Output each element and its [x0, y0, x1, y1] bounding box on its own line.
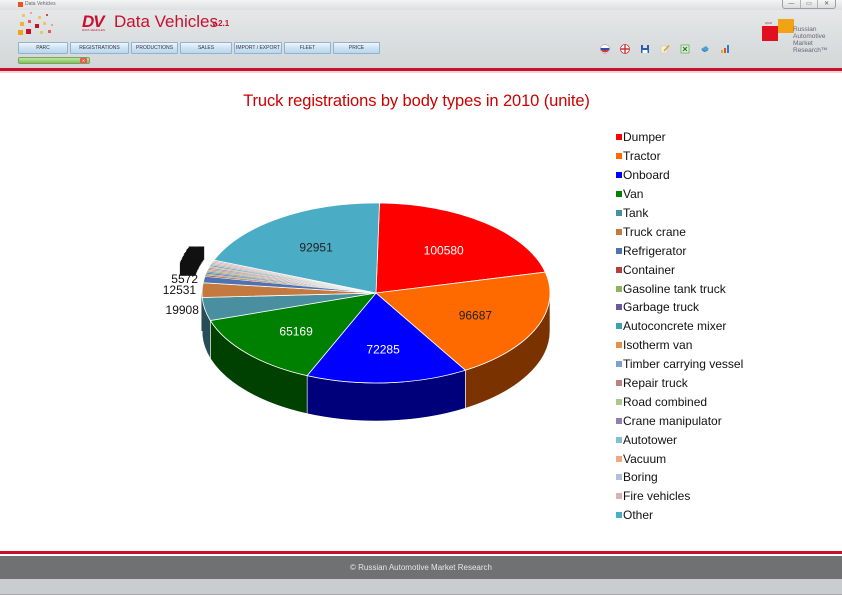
legend-swatch — [616, 398, 622, 405]
status-bar — [0, 579, 842, 595]
legend-item: Other — [616, 506, 743, 525]
legend-label: Refrigerator — [623, 243, 687, 258]
legend-swatch — [616, 493, 622, 500]
footer-copyright: © Russian Automotive Market Research — [350, 563, 492, 572]
legend-label: Tank — [623, 206, 649, 220]
legend-swatch — [616, 417, 622, 424]
legend-swatch — [616, 172, 622, 179]
legend-label: Isotherm van — [623, 338, 693, 353]
legend-item: Van — [616, 185, 743, 204]
legend-swatch — [616, 342, 622, 349]
legend-label: Fire vehicles — [623, 489, 691, 504]
legend-label: Autotower — [623, 432, 678, 447]
legend-item: Vacuum — [616, 449, 743, 468]
pie-data-label: 96687 — [459, 309, 493, 323]
footer-divider — [0, 551, 842, 554]
legend-label: Autoconcrete mixer — [623, 319, 727, 334]
legend-label: Dumper — [623, 130, 666, 145]
legend-swatch — [616, 304, 622, 311]
legend-swatch — [616, 247, 622, 254]
legend-item: Isotherm van — [616, 336, 743, 355]
legend-item: Road combined — [616, 392, 743, 411]
legend-swatch — [616, 228, 622, 235]
legend-label: Repair truck — [623, 376, 688, 391]
legend-item: Repair truck — [616, 374, 743, 393]
legend-label: Vacuum — [623, 451, 667, 466]
legend-label: Timber carrying vessel — [623, 357, 744, 372]
legend-item: Dumper — [616, 128, 743, 147]
legend-label: Truck crane — [623, 224, 686, 239]
legend-label: Crane manipulator — [623, 413, 722, 428]
legend-item: Tractor — [616, 147, 743, 166]
pie-data-label: 92951 — [299, 241, 333, 255]
legend-swatch — [616, 191, 622, 198]
legend-item: Container — [616, 260, 743, 279]
legend-item: Garbage truck — [616, 298, 743, 317]
legend-label: Garbage truck — [623, 300, 700, 315]
legend-swatch — [616, 474, 622, 481]
legend-label: Gasoline tank truck — [623, 281, 726, 296]
legend-swatch — [616, 380, 622, 387]
legend-item: Gasoline tank truck — [616, 279, 743, 298]
legend-swatch — [616, 153, 622, 160]
legend-swatch — [616, 512, 622, 519]
legend-label: Road combined — [623, 394, 708, 409]
pie-data-label: 19908 — [166, 303, 200, 317]
legend-swatch — [616, 285, 622, 292]
legend-item: Onboard — [616, 166, 743, 185]
legend-label: Boring — [623, 470, 658, 485]
legend-swatch — [616, 361, 622, 368]
pie-data-label: 65169 — [279, 325, 313, 339]
chart-legend: Dumper Tractor Onboard Van Tank Truck crane Re… — [616, 128, 743, 525]
legend-swatch — [616, 323, 622, 330]
legend-label: Container — [623, 262, 676, 277]
legend-label: Onboard — [623, 168, 670, 183]
pie-data-label-overlapping: ██ — [189, 246, 205, 261]
legend-item: Boring — [616, 468, 743, 487]
legend-label: Van — [623, 187, 644, 202]
legend-swatch — [616, 266, 622, 273]
pie-data-label: 72285 — [366, 343, 400, 357]
legend-swatch — [616, 436, 622, 443]
legend-item: Fire vehicles — [616, 487, 743, 506]
legend-item: Tank — [616, 204, 743, 223]
legend-swatch — [616, 134, 622, 141]
legend-swatch — [616, 455, 622, 462]
pie-data-label: 100580 — [424, 244, 464, 258]
legend-item: Autoconcrete mixer — [616, 317, 743, 336]
legend-item: Refrigerator — [616, 241, 743, 260]
legend-item: Truck crane — [616, 222, 743, 241]
legend-label: Tractor — [623, 149, 661, 164]
legend-item: Crane manipulator — [616, 411, 743, 430]
legend-item: Timber carrying vessel — [616, 355, 743, 374]
legend-swatch — [616, 210, 622, 216]
legend-item: Autotower — [616, 430, 743, 449]
legend-label: Other — [623, 508, 654, 523]
